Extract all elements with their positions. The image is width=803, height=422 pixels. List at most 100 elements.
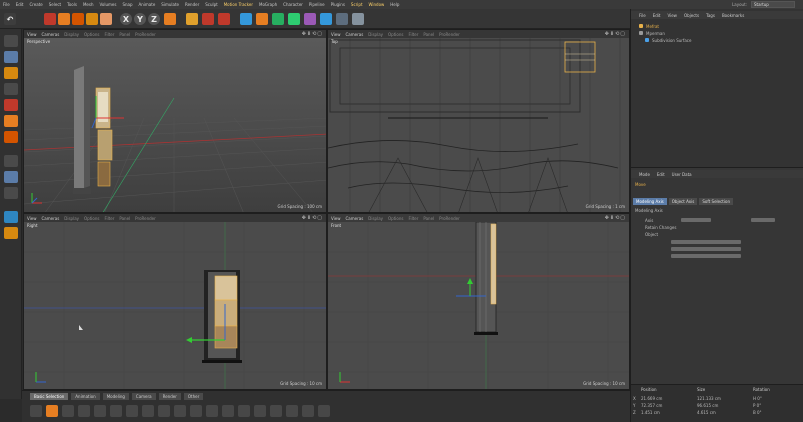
viewport-nav-icons[interactable]: ✥⬇⟲▢ [302,215,323,221]
object-row[interactable]: Mefrat [633,23,802,29]
position-z-field[interactable]: 1.451 cm [641,410,660,415]
orientation-dropdown[interactable] [751,218,775,222]
ring-selection-icon[interactable] [126,405,138,417]
deformer-icon[interactable] [304,13,316,25]
vp-menu-display[interactable]: Display [64,32,79,37]
vp-menu-cameras[interactable]: Cameras [346,216,364,221]
y-axis-lock-button[interactable]: Y [134,13,146,25]
z-axis-lock-button[interactable]: Z [148,13,160,25]
menu-character[interactable]: Character [283,2,303,7]
polygon-selection-icon[interactable] [94,405,106,417]
viewport-nav-icons[interactable]: ✥⬇⟲▢ [605,31,626,37]
menu-help[interactable]: Help [390,2,399,7]
vp-menu-view[interactable]: View [331,216,341,221]
deselect-all-icon[interactable] [222,405,234,417]
vp-menu-display[interactable]: Display [368,32,383,37]
om-menu-edit[interactable]: Edit [653,13,661,18]
menu-create[interactable]: Create [29,2,42,7]
shrink-selection-icon[interactable] [286,405,298,417]
vp-menu-panel[interactable]: Panel [119,32,130,37]
locked-workplane-icon[interactable] [4,227,18,239]
cube-icon[interactable] [240,13,252,25]
vp-menu-cameras[interactable]: Cameras [42,32,60,37]
attr-menu-user-data[interactable]: User Data [672,172,692,177]
coordinate-system-icon[interactable] [164,13,176,25]
fill-selection-icon[interactable] [158,405,170,417]
object-row[interactable]: Subdivision Surface [633,37,802,43]
tweak-mode-icon[interactable] [4,171,18,183]
rotation-b-field[interactable]: B 0° [753,410,762,415]
light-icon[interactable] [352,13,364,25]
om-menu-file[interactable]: File [639,13,646,18]
menu-simulate[interactable]: Simulate [161,2,179,7]
array-icon[interactable] [288,13,300,25]
menu-sculpt[interactable]: Sculpt [205,2,218,7]
tab-other[interactable]: Other [183,393,204,400]
menu-volumes[interactable]: Volumes [99,2,116,7]
outline-selection-icon[interactable] [142,405,154,417]
menu-tools[interactable]: Tools [67,2,77,7]
texture-mode-icon[interactable] [4,67,18,79]
menu-file[interactable]: File [3,2,10,7]
vp-menu-prorender[interactable]: ProRender [439,32,460,37]
menu-snap[interactable]: Snap [122,2,132,7]
vp-menu-filter[interactable]: Filter [408,216,418,221]
rotation-h-field[interactable]: H 0° [753,396,762,401]
size-z-field[interactable]: 4.615 cm [697,410,716,415]
vp-menu-filter[interactable]: Filter [104,216,114,221]
vp-menu-view[interactable]: View [27,32,37,37]
menu-render[interactable]: Render [185,2,199,7]
om-menu-objects[interactable]: Objects [684,13,699,18]
position-y-field[interactable]: 72.357 cm [641,403,662,408]
workplane-icon[interactable] [4,83,18,95]
invert-selection-icon[interactable] [238,405,250,417]
viewport-nav-icons[interactable]: ✥⬇⟲▢ [605,215,626,221]
recent-tools-icon[interactable] [100,13,112,25]
selection-tool-icon[interactable] [30,405,42,417]
tab-animation[interactable]: Animation [71,393,100,400]
vp-menu-cameras[interactable]: Cameras [42,216,60,221]
vp-menu-options[interactable]: Options [84,32,99,37]
attr-menu-edit[interactable]: Edit [657,172,665,177]
menu-mograph[interactable]: MoGraph [259,2,277,7]
size-y-field[interactable]: 96.615 cm [697,403,718,408]
vp-menu-options[interactable]: Options [388,32,403,37]
position-x-field[interactable]: 21.669 cm [641,396,662,401]
pen-spline-icon[interactable] [256,13,268,25]
rotation-p-field[interactable]: P 0° [753,403,761,408]
lasso-selection-icon[interactable] [78,405,90,417]
rectangle-selection-icon[interactable] [62,405,74,417]
om-menu-bookmarks[interactable]: Bookmarks [722,13,744,18]
vp-menu-panel[interactable]: Panel [423,216,434,221]
tab-render[interactable]: Render [158,393,181,400]
tab-modeling[interactable]: Modeling [102,393,129,400]
scale-tool-icon[interactable] [72,13,84,25]
vp-menu-display[interactable]: Display [368,216,383,221]
rotate-tool-icon[interactable] [86,13,98,25]
loop-selection-icon[interactable] [110,405,122,417]
grow-selection-icon[interactable] [270,405,282,417]
menu-edit[interactable]: Edit [16,2,24,7]
menu-select[interactable]: Select [49,2,61,7]
menu-script[interactable]: Script [351,2,363,7]
path-selection-icon[interactable] [174,405,186,417]
x-slider[interactable] [671,240,741,244]
menu-animate[interactable]: Animate [139,2,156,7]
points-mode-icon[interactable] [4,99,18,111]
live-selection-icon[interactable] [44,13,56,25]
make-editable-icon[interactable] [4,35,18,47]
layout-dropdown[interactable]: Startup [751,1,795,8]
vp-menu-panel[interactable]: Panel [423,32,434,37]
om-menu-tags[interactable]: Tags [706,13,715,18]
vp-menu-view[interactable]: View [27,216,37,221]
tab-modeling-axis[interactable]: Modeling Axis [633,198,667,205]
camera-icon[interactable] [336,13,348,25]
vp-menu-prorender[interactable]: ProRender [135,32,156,37]
render-settings-icon[interactable] [218,13,230,25]
z-slider[interactable] [671,254,741,258]
live-selection-icon[interactable] [46,405,58,417]
object-row[interactable]: Mperman [633,30,802,36]
undo-icon[interactable]: ↶ [4,13,16,25]
viewport-nav-icons[interactable]: ✥⬇⟲▢ [302,31,323,37]
floor-icon[interactable] [320,13,332,25]
